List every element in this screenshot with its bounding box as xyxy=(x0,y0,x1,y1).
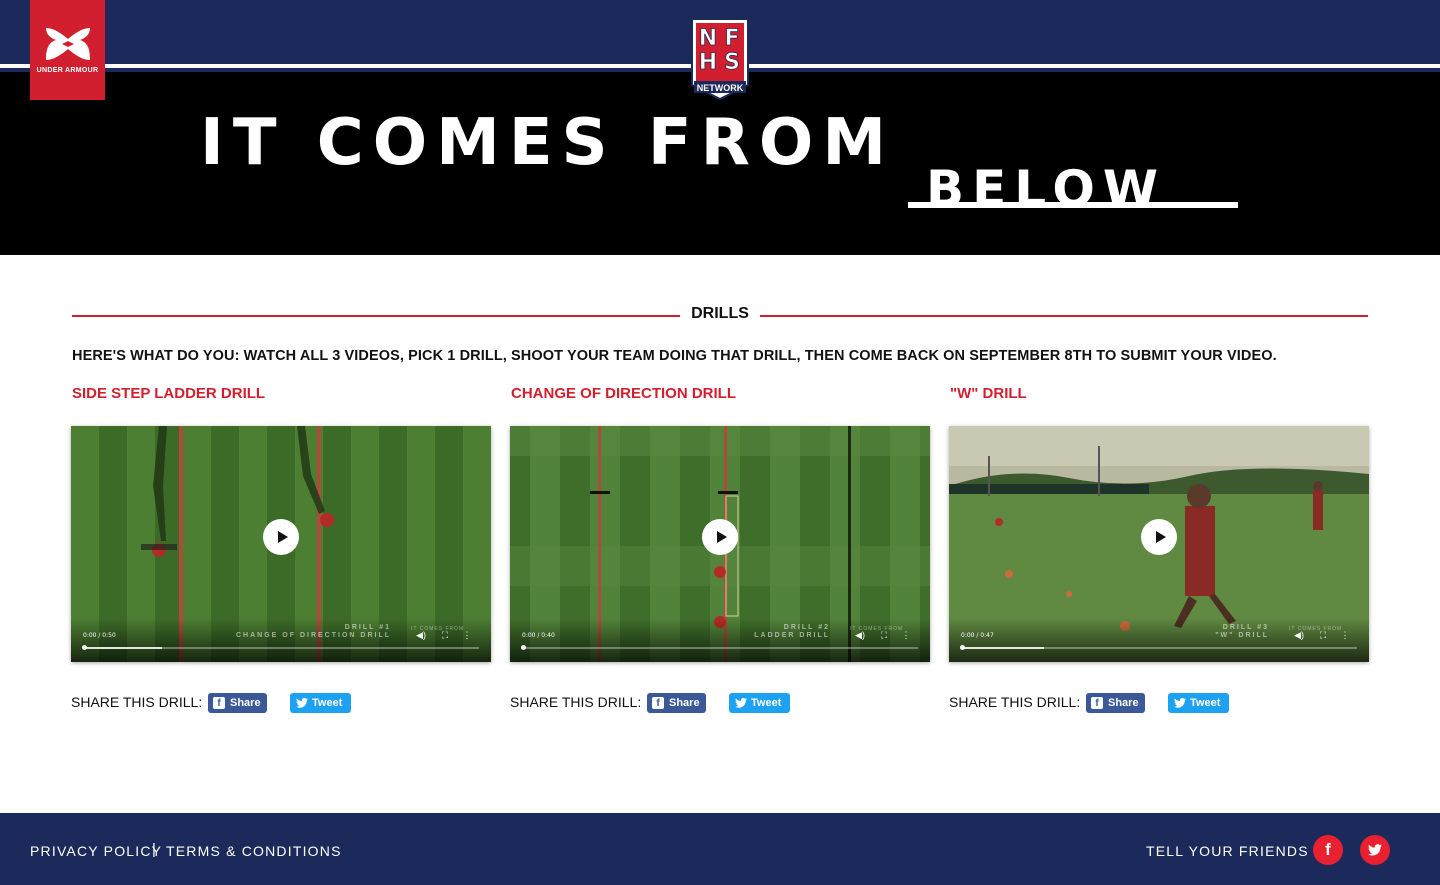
video-progress-bar[interactable] xyxy=(521,645,918,650)
fullscreen-icon[interactable]: ⛶ xyxy=(1317,629,1329,641)
tweet-button-label: Tweet xyxy=(751,697,782,709)
hero-headline: IT COMES FROM xyxy=(200,106,895,180)
facebook-icon: f xyxy=(1325,840,1331,859)
under-armour-logo[interactable]: UNDER ARMOUR xyxy=(30,0,105,100)
facebook-icon: f xyxy=(1091,697,1103,709)
share-button-label: Share xyxy=(230,697,261,709)
video-watermark-line2: "W" DRILL xyxy=(1215,632,1269,639)
nfhs-network-text: NETWORK xyxy=(697,83,744,93)
facebook-social-button[interactable]: f xyxy=(1313,835,1343,865)
video-time: 0:00 / 0:40 xyxy=(522,632,555,639)
video-player[interactable]: DRILL #3 "W" DRILL IT COMES FROM 0:00 / … xyxy=(949,426,1369,662)
play-button[interactable] xyxy=(702,519,738,555)
video-time: 0:00 / 0:50 xyxy=(83,632,116,639)
video-watermark-line1: DRILL #3 xyxy=(1222,624,1269,631)
under-armour-icon xyxy=(45,28,90,60)
section-title: DRILLS xyxy=(691,305,749,322)
video-watermark-line1: DRILL #1 xyxy=(344,624,391,631)
twitter-bird-icon xyxy=(1174,698,1186,708)
tweet-button[interactable]: Tweet xyxy=(729,693,790,713)
play-icon xyxy=(716,531,727,543)
video-scrubber[interactable] xyxy=(82,645,87,650)
share-label: SHARE THIS DRILL: xyxy=(510,694,642,710)
play-icon xyxy=(277,531,288,543)
video-progress-fill xyxy=(83,647,163,649)
twitter-social-button[interactable] xyxy=(1360,835,1390,865)
fullscreen-icon[interactable]: ⛶ xyxy=(878,629,890,641)
more-options-icon[interactable]: ⋮ xyxy=(1339,629,1351,641)
play-icon xyxy=(1155,531,1166,543)
video-watermark-line2: LADDER DRILL xyxy=(754,632,830,639)
tell-friends-label: TELL YOUR FRIENDS xyxy=(1146,843,1309,859)
video-watermark-line1: DRILL #2 xyxy=(783,624,830,631)
hero-underline xyxy=(908,202,1238,208)
video-watermark-line2: CHANGE OF DIRECTION DRILL xyxy=(236,632,391,639)
hero-subheadline-text: BELOW xyxy=(926,160,1166,208)
drill-title: CHANGE OF DIRECTION DRILL xyxy=(511,385,736,402)
tweet-button-label: Tweet xyxy=(1190,697,1221,709)
video-progress-fill xyxy=(961,647,1045,649)
video-scrubber[interactable] xyxy=(521,645,526,650)
video-watermark: DRILL #3 "W" DRILL xyxy=(1215,624,1269,640)
hero-subheadline: BELOW xyxy=(908,158,1238,208)
volume-icon[interactable]: ◀) xyxy=(854,629,866,641)
share-button-label: Share xyxy=(669,697,700,709)
play-button[interactable] xyxy=(263,519,299,555)
video-controls xyxy=(949,618,1369,662)
twitter-bird-icon xyxy=(296,698,308,708)
facebook-share-button[interactable]: f Share xyxy=(208,693,267,713)
section-rule-left xyxy=(72,315,680,317)
twitter-icon xyxy=(1368,844,1382,856)
nfhs-letter-h: H xyxy=(699,50,717,75)
video-watermark: DRILL #1 CHANGE OF DIRECTION DRILL xyxy=(236,624,391,640)
video-scrubber[interactable] xyxy=(960,645,965,650)
tweet-button[interactable]: Tweet xyxy=(1168,693,1229,713)
share-button-label: Share xyxy=(1108,697,1139,709)
nfhs-letter-s: S xyxy=(724,50,740,75)
section-rule-right xyxy=(760,315,1368,317)
under-armour-wordmark: UNDER ARMOUR xyxy=(36,67,99,74)
more-options-icon[interactable]: ⋮ xyxy=(461,629,473,641)
share-label: SHARE THIS DRILL: xyxy=(949,694,1081,710)
video-player[interactable]: DRILL #1 CHANGE OF DIRECTION DRILL IT CO… xyxy=(71,426,491,662)
video-time: 0:00 / 0:47 xyxy=(961,632,994,639)
facebook-icon: f xyxy=(652,697,664,709)
nfhs-network-logo[interactable]: N F H S NETWORK xyxy=(690,17,750,101)
video-controls xyxy=(510,618,930,662)
twitter-bird-icon xyxy=(735,698,747,708)
facebook-share-button[interactable]: f Share xyxy=(647,693,706,713)
volume-icon[interactable]: ◀) xyxy=(1293,629,1305,641)
drill-title: SIDE STEP LADDER DRILL xyxy=(72,385,266,402)
nfhs-letter-f: F xyxy=(724,26,739,51)
nfhs-letter-n: N xyxy=(699,26,717,51)
facebook-icon: f xyxy=(213,697,225,709)
play-button[interactable] xyxy=(1141,519,1177,555)
volume-icon[interactable]: ◀) xyxy=(415,629,427,641)
footer-separator: | xyxy=(152,841,156,858)
share-label: SHARE THIS DRILL: xyxy=(71,694,203,710)
drill-title: "W" DRILL xyxy=(950,385,1027,402)
fullscreen-icon[interactable]: ⛶ xyxy=(439,629,451,641)
facebook-share-button[interactable]: f Share xyxy=(1086,693,1145,713)
video-player[interactable]: DRILL #2 LADDER DRILL IT COMES FROM 0:00… xyxy=(510,426,930,662)
tweet-button-label: Tweet xyxy=(312,697,343,709)
terms-conditions-link[interactable]: TERMS & CONDITIONS xyxy=(166,843,342,859)
privacy-policy-link[interactable]: PRIVACY POLICY xyxy=(30,843,162,859)
instructions-text: HERE'S WHAT DO YOU: WATCH ALL 3 VIDEOS, … xyxy=(72,348,1277,364)
video-progress-bar[interactable] xyxy=(960,645,1357,650)
more-options-icon[interactable]: ⋮ xyxy=(900,629,912,641)
tweet-button[interactable]: Tweet xyxy=(290,693,351,713)
video-watermark: DRILL #2 LADDER DRILL xyxy=(754,624,830,640)
video-progress-bar[interactable] xyxy=(82,645,479,650)
